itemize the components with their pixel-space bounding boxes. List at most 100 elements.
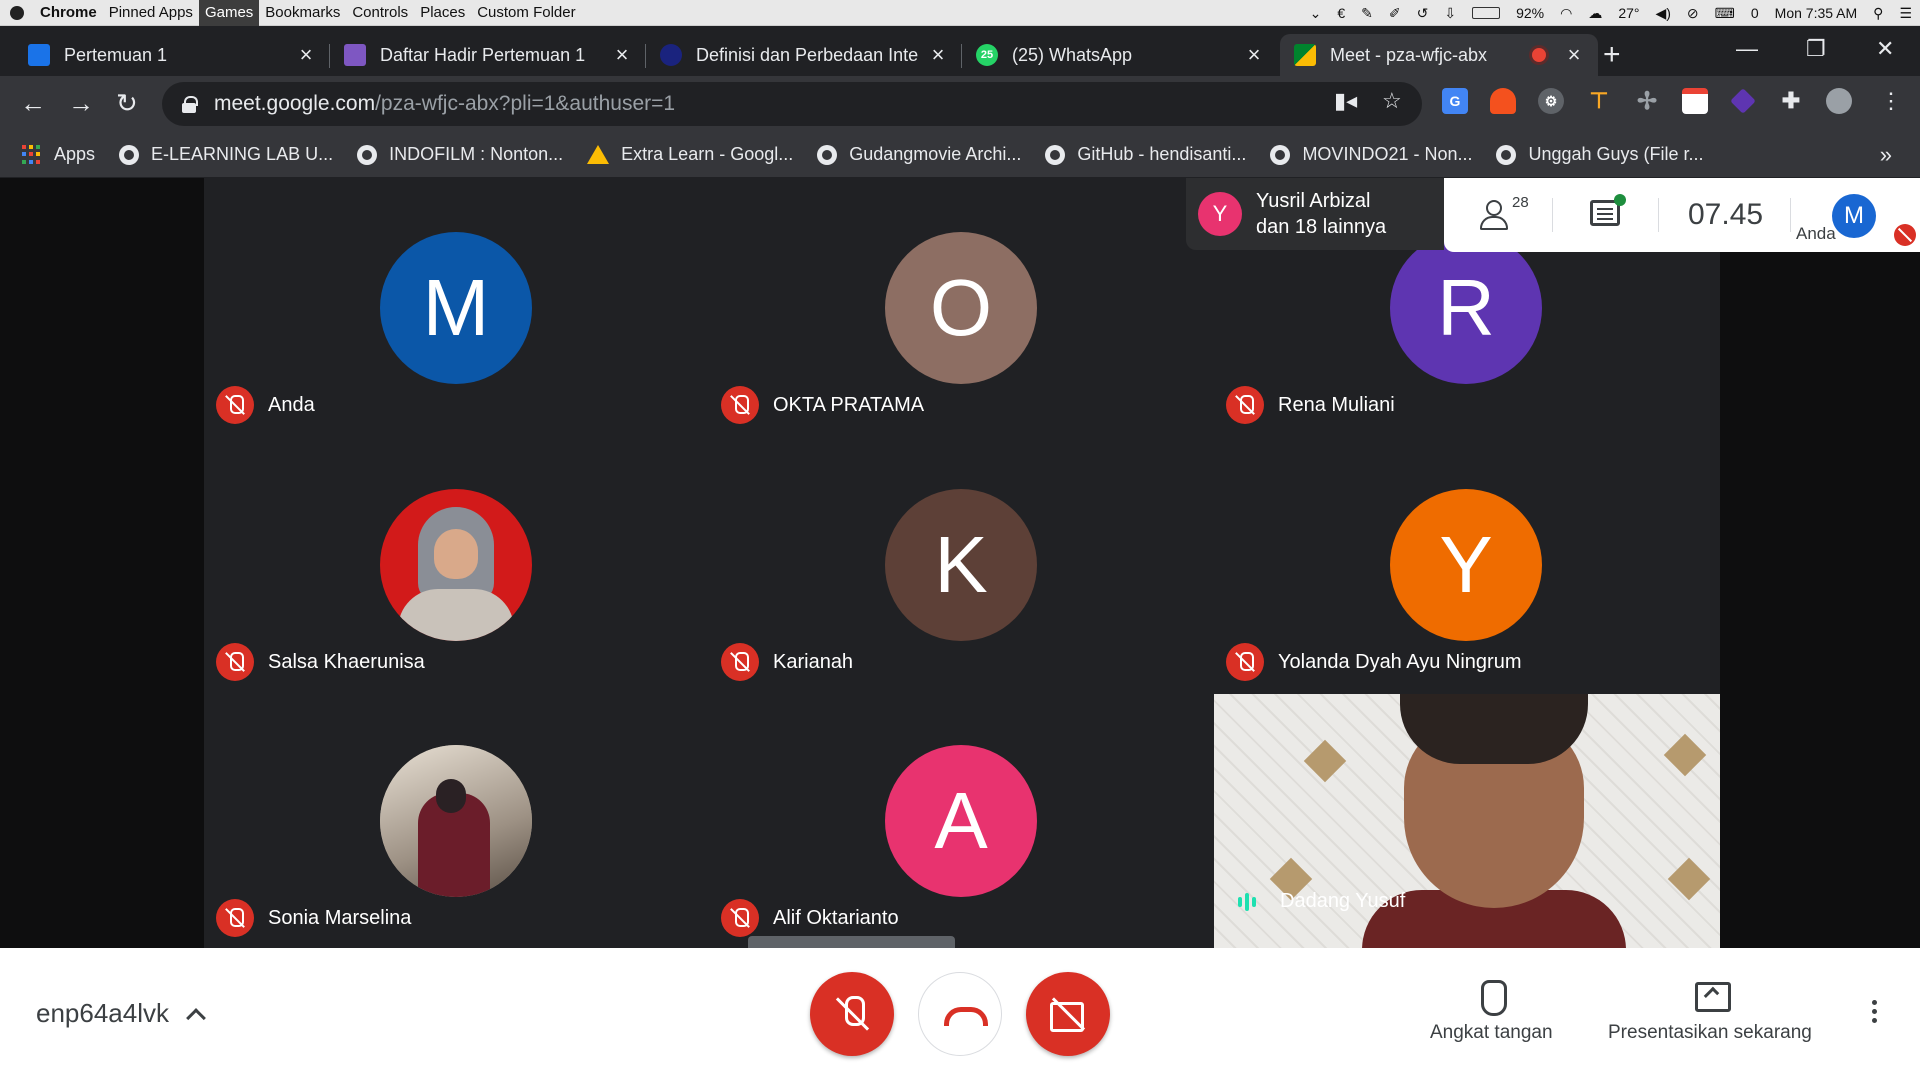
- participant-tile[interactable]: Y Yolanda Dyah Ayu Ningrum: [1214, 435, 1719, 692]
- camera-in-use-icon[interactable]: ▮◂: [1334, 88, 1357, 114]
- bookmark-star-icon[interactable]: ☆: [1382, 88, 1402, 114]
- extension-flame-icon[interactable]: [1490, 88, 1516, 114]
- google-translate-icon[interactable]: G: [1442, 88, 1468, 114]
- self-avatar[interactable]: M: [1832, 194, 1876, 238]
- restore-button[interactable]: ❐: [1806, 36, 1826, 62]
- lock-icon[interactable]: [182, 96, 198, 113]
- tab-daftar-hadir[interactable]: Daftar Hadir Pertemuan 1 ×: [330, 34, 646, 76]
- minimize-button[interactable]: —: [1736, 36, 1758, 62]
- avatar: R: [1390, 232, 1542, 384]
- participant-name: Anda: [268, 393, 315, 416]
- menu-places[interactable]: Places: [414, 0, 471, 26]
- menu-list-icon[interactable]: ☰: [1899, 5, 1912, 22]
- extension-tool-icon[interactable]: ⊤: [1586, 88, 1612, 114]
- extension-calendar-icon[interactable]: [1682, 88, 1708, 114]
- tab-whatsapp[interactable]: 25 (25) WhatsApp ×: [962, 34, 1278, 76]
- presence-line2: dan 18 lainnya: [1256, 216, 1387, 238]
- tab-title: (25) WhatsApp: [1012, 44, 1133, 65]
- close-icon[interactable]: ×: [1564, 42, 1584, 68]
- more-options-icon[interactable]: [1872, 1000, 1878, 1027]
- participant-name: Dadang Yusuf: [1280, 890, 1406, 912]
- bookmarks-overflow-button[interactable]: »: [1880, 132, 1892, 178]
- extension-diamond-icon[interactable]: [1730, 88, 1756, 114]
- recording-icon: [1532, 48, 1546, 62]
- globe-icon: [357, 144, 378, 165]
- notification-count: 0: [1750, 5, 1759, 21]
- mic-toggle-button[interactable]: [810, 972, 894, 1056]
- tab-definisi[interactable]: Definisi dan Perbedaan Inte ×: [646, 34, 962, 76]
- weather-icon[interactable]: ☁: [1588, 5, 1602, 22]
- close-icon[interactable]: ×: [296, 42, 316, 68]
- time-machine-icon[interactable]: ↺: [1417, 5, 1429, 22]
- battery-icon[interactable]: [1472, 7, 1501, 19]
- close-window-button[interactable]: ✕: [1876, 36, 1894, 62]
- battery-percent: 92%: [1516, 5, 1545, 21]
- forward-button[interactable]: →: [68, 88, 94, 118]
- close-icon[interactable]: ×: [612, 42, 632, 68]
- extension-move-icon[interactable]: ✢: [1634, 88, 1660, 115]
- menu-chrome[interactable]: Chrome: [34, 0, 103, 26]
- google-meet-icon: [1294, 44, 1316, 66]
- close-icon[interactable]: ×: [928, 42, 948, 68]
- meeting-details-button[interactable]: enp64a4lvk: [36, 998, 206, 1029]
- bookmark-elearning[interactable]: E-LEARNING LAB U...: [119, 144, 333, 165]
- raise-hand-button[interactable]: Angkat tangan: [1430, 978, 1553, 1044]
- bookmark-indofilm[interactable]: INDOFILM : Nonton...: [357, 144, 563, 165]
- address-bar[interactable]: meet.google.com /pza-wfjc-abx?pli=1&auth…: [162, 82, 1422, 126]
- wifi-icon[interactable]: ◠: [1560, 5, 1572, 22]
- chevron-down-icon[interactable]: ⌄: [1310, 5, 1322, 22]
- menu-custom-folder[interactable]: Custom Folder: [471, 0, 581, 26]
- menu-pinned-apps[interactable]: Pinned Apps: [103, 0, 199, 26]
- participant-tile[interactable]: A Alif Oktarianto: [709, 691, 1214, 948]
- new-tab-button[interactable]: +: [1603, 40, 1621, 70]
- present-now-button[interactable]: Presentasikan sekarang: [1608, 978, 1812, 1044]
- video-tile-speaker[interactable]: Dadang Yusuf: [1214, 694, 1720, 948]
- avatar: K: [885, 489, 1037, 641]
- mic-off-icon: [1226, 643, 1264, 681]
- participant-tile[interactable]: O OKTA PRATAMA: [709, 178, 1214, 435]
- leave-call-button[interactable]: [918, 972, 1002, 1056]
- pen-icon[interactable]: ✐: [1389, 5, 1401, 22]
- bookmark-movindo21[interactable]: MOVINDO21 - Non...: [1270, 144, 1472, 165]
- tab-pertemuan-1[interactable]: Pertemuan 1 ×: [14, 34, 330, 76]
- bookmark-gudangmovie[interactable]: Gudangmovie Archi...: [817, 144, 1021, 165]
- camera-toggle-button[interactable]: [1026, 972, 1110, 1056]
- participant-name: Sonia Marselina: [268, 906, 412, 929]
- clock[interactable]: Mon 7:35 AM: [1775, 5, 1858, 21]
- bookmark-github[interactable]: GitHub - hendisanti...: [1045, 144, 1246, 165]
- menubar-status: ⌄ € ✎ ✐ ↺ ⇩ 92% ◠ ☁ 27° ◀) ⊘ ⌨ 0 Mon 7:3…: [1310, 0, 1912, 26]
- bookmark-apps[interactable]: Apps: [22, 144, 95, 165]
- volume-icon[interactable]: ◀): [1655, 5, 1670, 22]
- download-icon[interactable]: ⇩: [1444, 5, 1456, 22]
- participant-tile[interactable]: K Karianah: [709, 435, 1214, 692]
- back-button[interactable]: ←: [20, 88, 46, 118]
- bookmark-unggah-guys[interactable]: Unggah Guys (File r...: [1496, 144, 1704, 165]
- notifications-off-icon[interactable]: ⊘: [1687, 5, 1699, 22]
- tab-meet[interactable]: Meet - pza-wfjc-abx ×: [1280, 34, 1598, 76]
- keyboard-icon[interactable]: ⌨: [1715, 5, 1735, 22]
- settings-gear-icon[interactable]: ⚙: [1538, 88, 1564, 114]
- presence-panel[interactable]: Y Yusril Arbizal dan 18 lainnya: [1186, 178, 1444, 250]
- bookmark-extra-learn[interactable]: Extra Learn - Googl...: [587, 144, 793, 165]
- profile-avatar-icon[interactable]: [1826, 88, 1852, 114]
- participant-tile[interactable]: M Anda: [204, 178, 709, 435]
- euro-icon[interactable]: €: [1337, 5, 1345, 21]
- university-logo-icon: [660, 44, 682, 66]
- spotlight-search-icon[interactable]: ⚲: [1873, 5, 1883, 22]
- close-icon[interactable]: ×: [1244, 42, 1264, 68]
- menu-bookmarks[interactable]: Bookmarks: [259, 0, 346, 26]
- globe-icon: [119, 144, 140, 165]
- paperclip-icon[interactable]: ✎: [1361, 5, 1373, 22]
- reload-button[interactable]: ↻: [116, 88, 138, 118]
- menu-controls[interactable]: Controls: [346, 0, 414, 26]
- participant-tile[interactable]: Salsa Khaerunisa: [204, 435, 709, 692]
- chrome-menu-icon[interactable]: ⋮: [1880, 88, 1902, 114]
- chat-icon[interactable]: [1590, 194, 1626, 226]
- bookmark-label: Apps: [54, 144, 96, 164]
- bookmarks-bar: Apps E-LEARNING LAB U... INDOFILM : Nont…: [0, 132, 1920, 178]
- apple-menu-icon[interactable]: [0, 0, 34, 26]
- participant-tile[interactable]: Sonia Marselina: [204, 691, 709, 948]
- extensions-puzzle-icon[interactable]: ✚: [1778, 88, 1804, 114]
- participant-name: Salsa Khaerunisa: [268, 650, 425, 673]
- menu-games[interactable]: Games: [198, 0, 260, 26]
